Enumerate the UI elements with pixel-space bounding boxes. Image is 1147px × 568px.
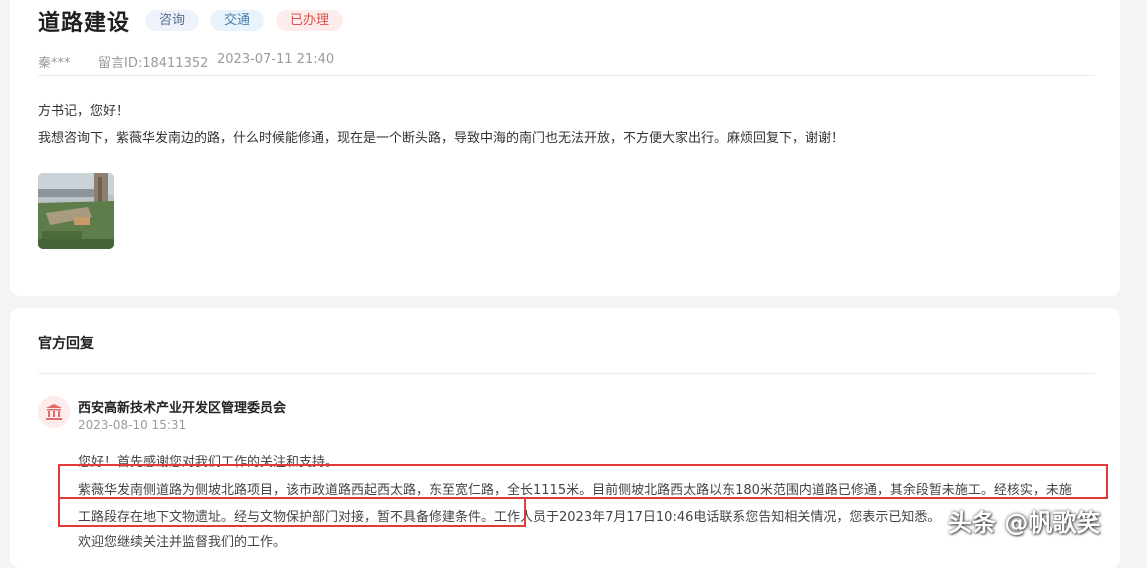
section-title-official-reply: 官方回复 xyxy=(38,336,94,352)
status-badge: 已办理 xyxy=(276,10,344,31)
message-title: 道路建设 xyxy=(38,11,131,36)
reply-date: 2023-08-10 15:31 xyxy=(78,418,187,432)
message-content: 我想咨询下，紫薇华发南边的路，什么时候能修通，现在是一个断头路，导致中海的南门也… xyxy=(38,131,845,146)
reply-organization: 西安高新技术产业开发区管理委员会 xyxy=(78,401,287,416)
tag-traffic: 交通 xyxy=(210,10,265,31)
divider xyxy=(38,75,1095,76)
reply-line: 欢迎您继续关注并监督我们的工作。 xyxy=(78,535,287,550)
message-greeting: 方书记，您好！ xyxy=(38,104,130,119)
tag-consult: 咨询 xyxy=(145,10,200,31)
attached-image[interactable] xyxy=(38,173,114,249)
message-id: 留言ID:18411352 xyxy=(98,56,209,71)
watermark: 头条 @帆歌笑 xyxy=(948,509,1101,537)
government-building-icon xyxy=(38,396,70,428)
message-timestamp: 2023-07-11 21:40 xyxy=(217,52,335,67)
highlight-box xyxy=(58,497,526,527)
message-card xyxy=(10,0,1120,296)
author-name: 秦*** xyxy=(38,56,71,71)
highlight-box xyxy=(58,464,1108,499)
divider xyxy=(38,373,1095,374)
